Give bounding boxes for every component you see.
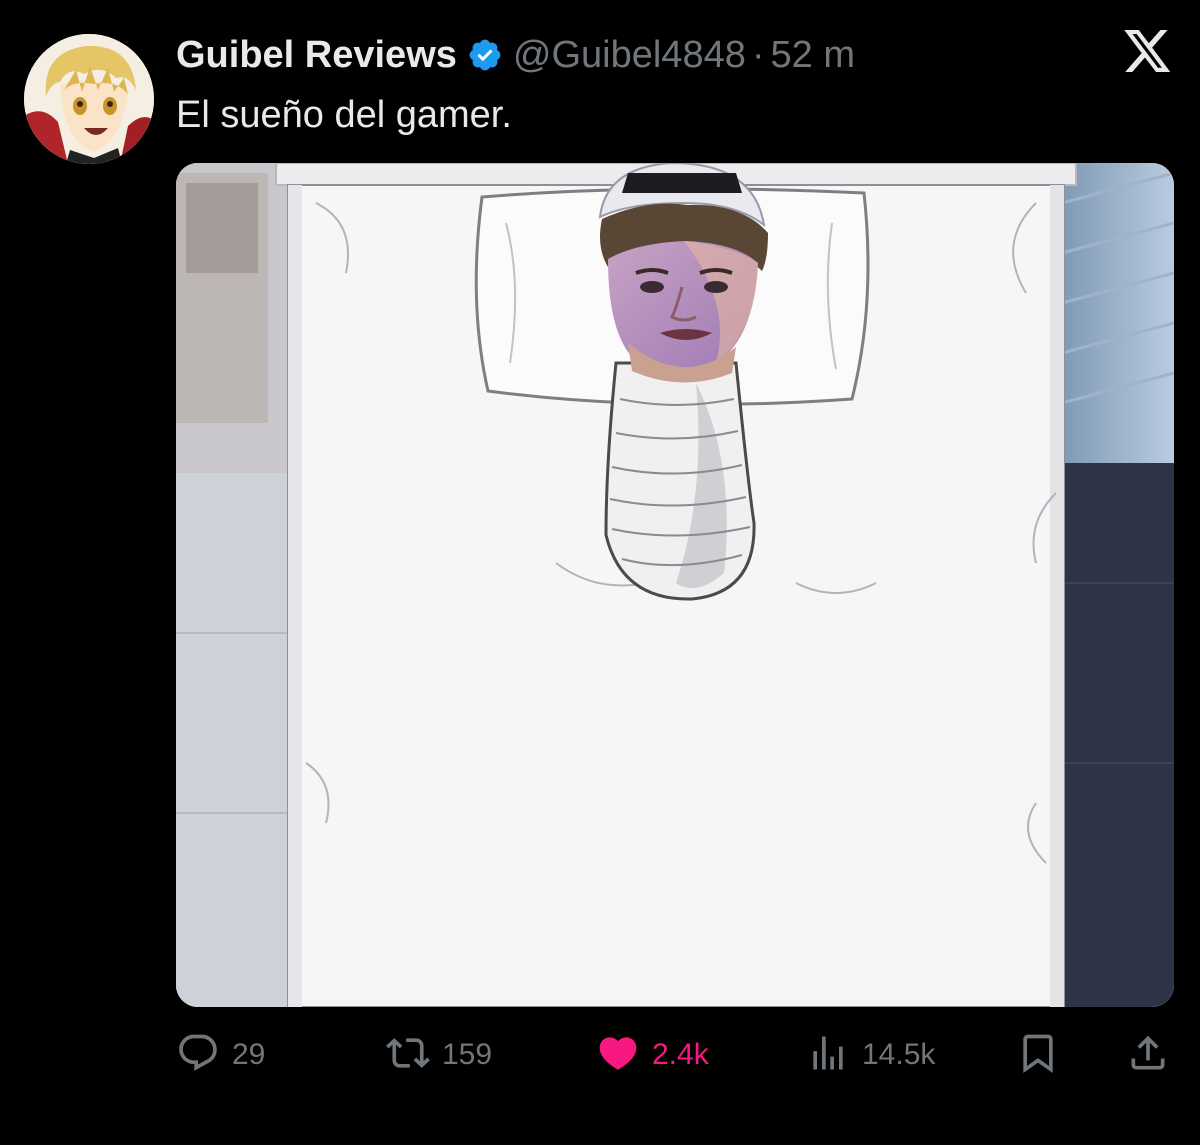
user-handle[interactable]: @Guibel4848	[513, 34, 746, 77]
view-count: 14.5k	[862, 1038, 936, 1071]
tweet-header: Guibel Reviews @Guibel4848 · 52 m	[176, 30, 855, 80]
like-count: 2.4k	[652, 1038, 709, 1071]
share-icon	[1126, 1031, 1170, 1080]
verified-badge-icon	[467, 37, 503, 73]
like-button[interactable]: 2.4k	[596, 1030, 709, 1080]
repost-count: 159	[442, 1038, 493, 1071]
avatar-image	[24, 34, 154, 164]
repost-button[interactable]: 159	[386, 1030, 492, 1080]
separator-dot: ·	[751, 33, 765, 76]
post-time[interactable]: 52 m	[771, 34, 855, 77]
bookmark-button[interactable]	[1016, 1030, 1060, 1080]
share-button[interactable]	[1126, 1030, 1170, 1080]
tweet-media[interactable]	[176, 163, 1174, 1007]
repost-icon	[386, 1031, 430, 1080]
tweet-text: El sueño del gamer.	[176, 94, 512, 136]
display-name[interactable]: Guibel Reviews	[176, 34, 457, 77]
reply-button[interactable]: 29	[176, 1030, 265, 1080]
action-bar: 29 159 2.4k 14.5k	[176, 1030, 1174, 1080]
heart-icon	[596, 1031, 640, 1080]
x-logo-icon[interactable]	[1124, 28, 1172, 76]
tweet: Guibel Reviews @Guibel4848 · 52 m El sue…	[0, 0, 1200, 1145]
views-icon	[806, 1031, 850, 1080]
avatar[interactable]	[24, 34, 154, 164]
reply-count: 29	[232, 1038, 266, 1071]
bookmark-icon	[1016, 1031, 1060, 1080]
media-image	[176, 163, 1174, 1007]
reply-icon	[176, 1031, 220, 1080]
views-button[interactable]: 14.5k	[806, 1030, 935, 1080]
